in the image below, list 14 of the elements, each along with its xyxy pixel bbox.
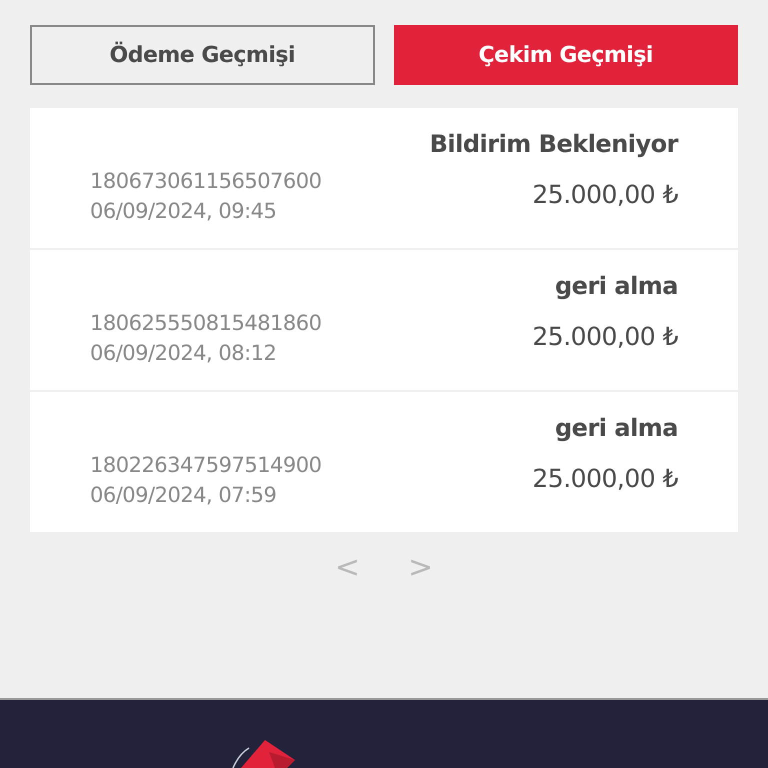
transaction-date: 06/09/2024, 07:59: [90, 482, 278, 509]
transaction-status: geri alma: [555, 272, 678, 300]
transaction-amount: 25.000,00 ₺: [532, 322, 678, 351]
transaction-id: 180625550815481860: [90, 310, 322, 337]
history-tab[interactable]: Ödeme Geçmişi: [30, 25, 374, 85]
transaction-status: Bildirim Bekleniyor: [430, 130, 678, 158]
transaction-id: 180226347597514900: [90, 452, 322, 479]
history-tab[interactable]: Çekim Geçmişi: [394, 25, 738, 85]
transaction-date: 06/09/2024, 08:12: [90, 340, 278, 367]
transaction-date: 06/09/2024, 09:45: [90, 198, 278, 225]
transaction-id: 180673061156507600: [90, 168, 322, 195]
transaction-status: geri alma: [555, 414, 678, 442]
transaction-amount: 25.000,00 ₺: [532, 464, 678, 493]
transaction-amount: 25.000,00 ₺: [532, 180, 678, 209]
